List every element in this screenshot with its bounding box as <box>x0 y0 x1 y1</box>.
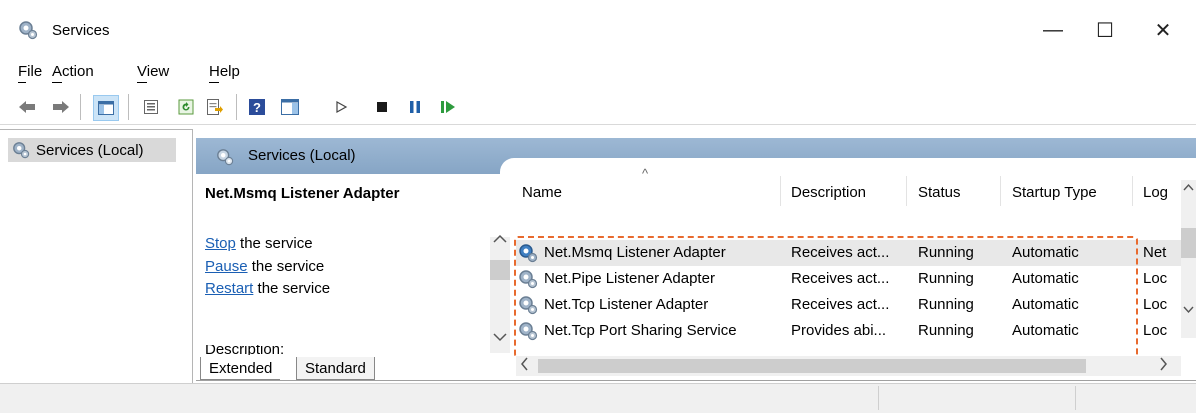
back-icon[interactable] <box>16 96 38 118</box>
pane-header-title: Services (Local) <box>248 147 356 164</box>
console-tree <box>0 129 193 383</box>
resume-service-icon[interactable] <box>437 96 459 118</box>
tab-standard-label: Standard <box>305 359 366 377</box>
export-list-icon[interactable] <box>204 96 226 118</box>
refresh-icon[interactable] <box>175 96 197 118</box>
menu-help[interactable]: Help <box>209 63 240 80</box>
horizontal-scrollbar-thumb[interactable] <box>538 359 1086 373</box>
selected-service-name: Net.Msmq Listener Adapter <box>205 185 400 202</box>
stop-link-rest: the service <box>235 235 313 252</box>
column-name[interactable]: Name <box>522 184 562 201</box>
properties-icon[interactable] <box>140 96 162 118</box>
scroll-down-icon[interactable] <box>1183 306 1194 314</box>
title-bar <box>0 0 1196 56</box>
window-title: Services <box>52 22 110 39</box>
menu-help-accel <box>209 82 219 83</box>
menu-action-label: Action <box>52 63 94 80</box>
restart-link-row: Restart the service <box>205 280 330 297</box>
toolbar-separator <box>80 94 81 120</box>
cell-log-on-as: Loc <box>1143 270 1168 287</box>
close-button[interactable]: ✕ <box>1140 10 1186 50</box>
column-startup-type[interactable]: Startup Type <box>1012 184 1097 201</box>
tab-extended-label: Extended <box>209 359 273 377</box>
menu-view[interactable]: View <box>137 63 169 80</box>
pause-service-icon[interactable] <box>404 96 426 118</box>
restart-service-link[interactable]: Restart <box>205 280 253 297</box>
action-pane-icon[interactable] <box>279 96 301 118</box>
forward-icon[interactable] <box>50 96 72 118</box>
scroll-up-icon[interactable] <box>493 234 507 244</box>
vertical-scrollbar-thumb[interactable] <box>1181 228 1196 258</box>
services-gear-icon <box>216 148 234 166</box>
pause-link-rest: the service <box>247 258 325 275</box>
stop-service-link[interactable]: Stop <box>205 235 236 252</box>
tabs-baseline <box>196 380 1196 381</box>
pause-service-link[interactable]: Pause <box>205 258 248 275</box>
column-divider[interactable] <box>1132 176 1133 206</box>
status-bar-divider <box>878 386 879 410</box>
menu-action[interactable]: Action <box>52 63 94 80</box>
tree-item-label: Services (Local) <box>36 141 144 159</box>
restart-link-rest: the service <box>253 280 331 297</box>
cell-log-on-as: Loc <box>1143 322 1168 339</box>
services-gear-icon <box>12 141 30 159</box>
vertical-scrollbar[interactable] <box>1181 180 1196 338</box>
highlight-box <box>514 236 1138 358</box>
scroll-left-icon[interactable] <box>520 357 528 371</box>
scroll-down-icon[interactable] <box>493 332 507 342</box>
menu-bar <box>0 58 1196 86</box>
menu-help-label: Help <box>209 63 240 80</box>
scroll-up-icon[interactable] <box>1183 183 1194 191</box>
menu-action-accel <box>52 82 62 83</box>
info-scrollbar-thumb[interactable] <box>490 260 510 280</box>
stop-link-row: Stop the service <box>205 235 313 252</box>
tree-item-services-local[interactable]: Services (Local) <box>8 138 176 162</box>
toolbar-separator <box>128 94 129 120</box>
tab-extended[interactable]: Extended <box>200 357 281 380</box>
column-divider[interactable] <box>780 176 781 206</box>
menu-file-label: File <box>18 63 43 80</box>
menu-view-label: View <box>137 63 170 80</box>
description-label: Description: <box>205 345 285 355</box>
menu-file-accel <box>18 82 26 83</box>
start-service-icon[interactable] <box>330 96 352 118</box>
sort-ascending-icon: ^ <box>642 166 649 181</box>
pause-link-row: Pause the service <box>205 258 324 275</box>
stop-service-icon[interactable] <box>371 96 393 118</box>
menu-view-accel <box>137 82 147 83</box>
column-status[interactable]: Status <box>918 184 961 201</box>
cell-log-on-as: Loc <box>1143 296 1168 313</box>
menu-file[interactable]: File <box>18 63 42 80</box>
maximize-button[interactable]: ☐ <box>1082 10 1128 50</box>
column-divider[interactable] <box>1000 176 1001 206</box>
tab-standard[interactable]: Standard <box>296 357 375 380</box>
help-icon[interactable]: ? <box>246 96 268 118</box>
column-divider[interactable] <box>906 176 907 206</box>
column-description[interactable]: Description <box>791 184 866 201</box>
minimize-button[interactable]: — <box>1030 10 1076 50</box>
column-log-on-as[interactable]: Log <box>1143 184 1168 201</box>
status-bar <box>0 383 1196 413</box>
svg-text:?: ? <box>253 100 261 115</box>
console-tree-icon[interactable] <box>93 95 119 121</box>
scroll-right-icon[interactable] <box>1160 357 1168 371</box>
services-gear-icon <box>18 20 38 40</box>
status-bar-divider <box>1075 386 1076 410</box>
toolbar-separator <box>236 94 237 120</box>
cell-log-on-as: Net <box>1143 244 1167 261</box>
